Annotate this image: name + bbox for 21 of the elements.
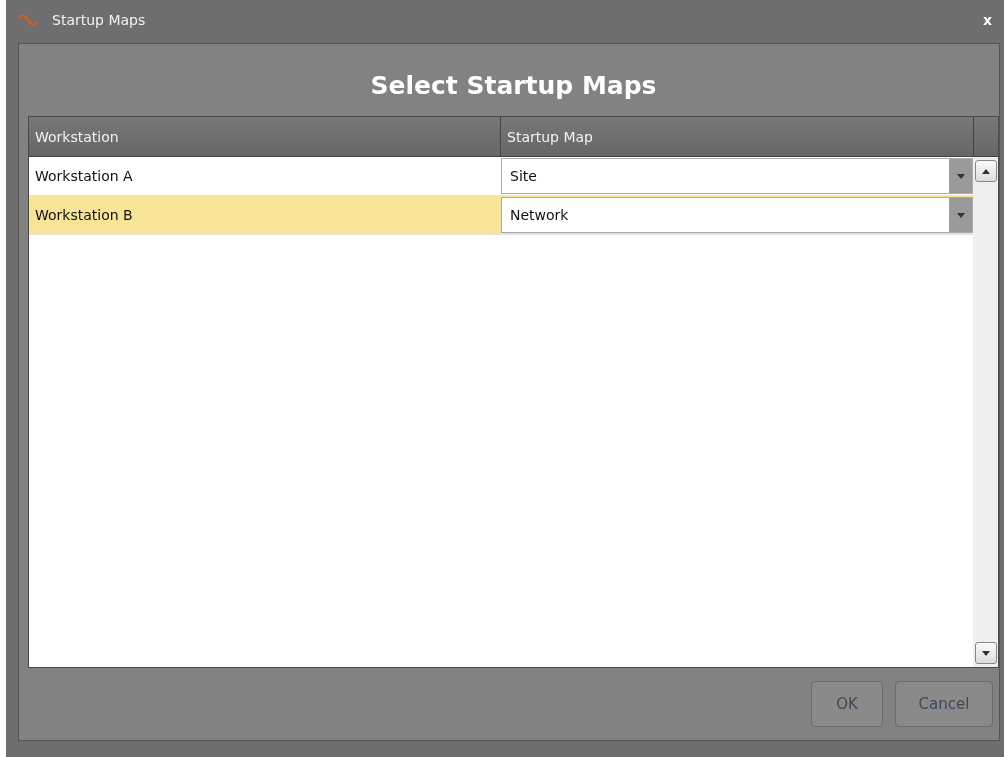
cancel-button[interactable]: Cancel [895, 681, 993, 727]
ok-button[interactable]: OK [811, 681, 883, 727]
scrollbar[interactable] [973, 157, 998, 667]
dialog-heading: Select Startup Maps [369, 70, 658, 102]
dropdown-arrow-icon [956, 173, 965, 179]
close-button[interactable]: x [978, 12, 996, 28]
down-triangle-icon [981, 650, 990, 656]
table-cell-text: Workstation A [34, 167, 134, 186]
up-triangle-icon [981, 168, 990, 174]
column-header[interactable]: Workstation [29, 117, 501, 156]
column-header[interactable]: Startup Map [501, 117, 974, 156]
scroll-up-button[interactable] [974, 160, 997, 182]
dropdown[interactable]: Network [501, 197, 973, 233]
window-title: Startup Maps [52, 12, 147, 28]
table-cell-text: Workstation B [34, 206, 134, 225]
dropdown[interactable]: Site [501, 158, 973, 194]
table-row[interactable]: Workstation A Site [29, 157, 973, 196]
scroll-down-button[interactable] [974, 642, 997, 664]
table-row[interactable]: Workstation B Network [29, 196, 973, 235]
wave-logo-icon [18, 14, 38, 26]
dropdown-arrow-icon [956, 212, 965, 218]
